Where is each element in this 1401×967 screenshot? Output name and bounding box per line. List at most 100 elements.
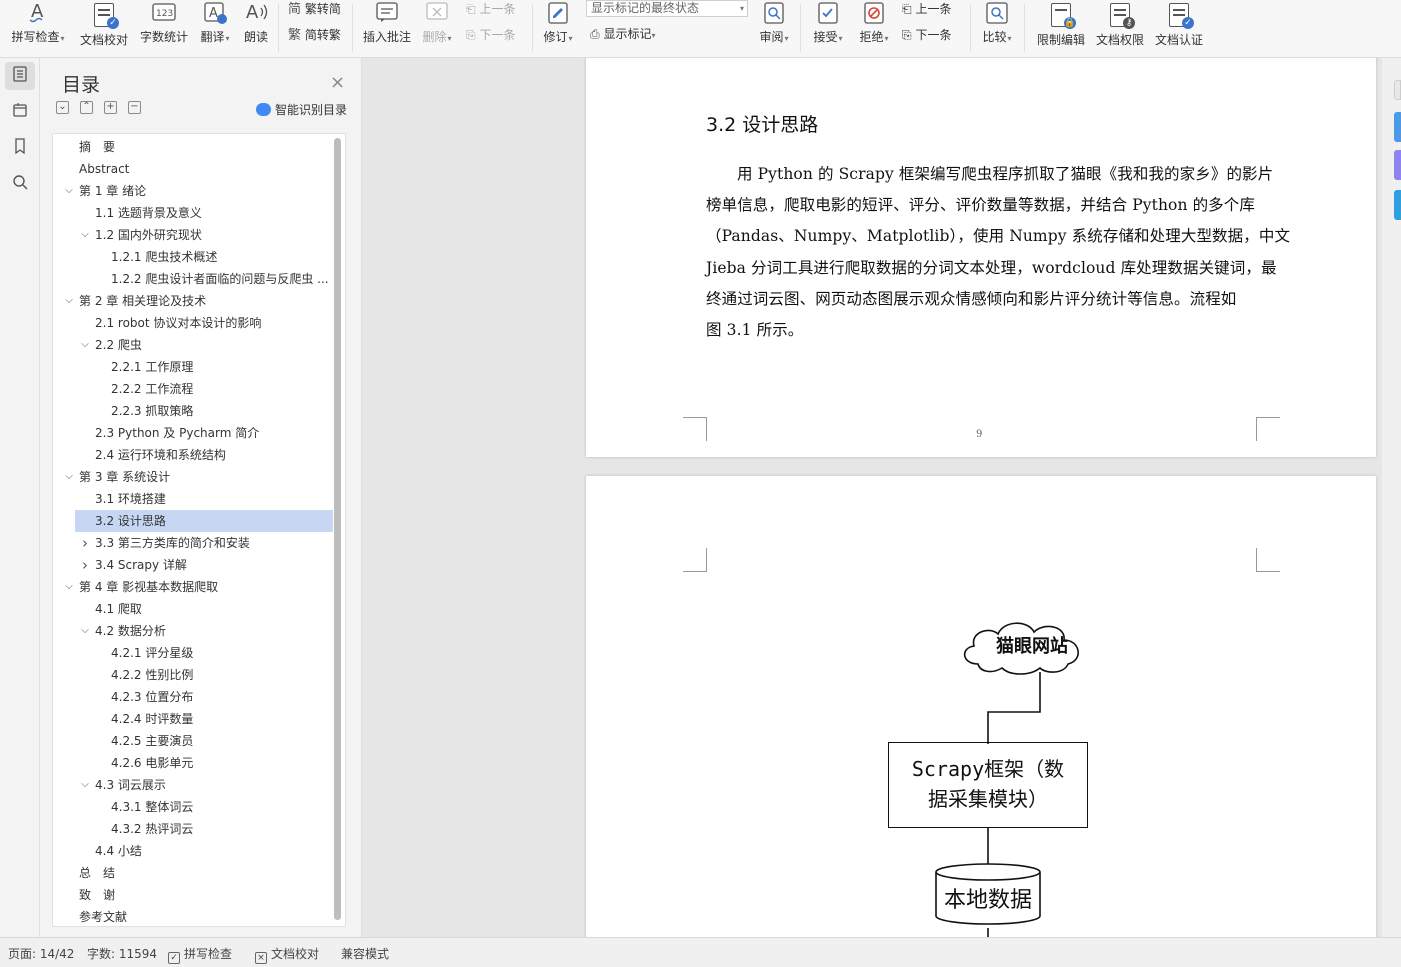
chevron-down-icon[interactable]: ⌵ xyxy=(79,334,91,356)
accept-button[interactable]: 接受▾ xyxy=(808,0,848,56)
page-indicator[interactable]: 页面: 14/42 xyxy=(8,945,74,962)
word-count-button[interactable]: 123 字数统计 xyxy=(138,0,190,56)
paragraph-line: 图 3.1 所示。 xyxy=(706,321,804,340)
toc-item[interactable]: 2.1 robot 协议对本设计的影响 xyxy=(95,312,333,334)
toc-item[interactable]: 4.2.2 性别比例 xyxy=(111,664,333,686)
toc-item[interactable]: 1.2.2 爬虫设计者面临的问题与反爬虫 ... xyxy=(111,268,333,290)
vertical-scrollbar[interactable] xyxy=(1382,58,1401,937)
scrapy-box-label: Scrapy框架（数 据采集模块） xyxy=(911,757,1065,811)
chevron-down-icon[interactable]: ⌵ xyxy=(63,466,75,488)
toc-item[interactable]: 2.2.1 工作原理 xyxy=(111,356,333,378)
toc-item[interactable]: 第 3 章 系统设计 xyxy=(79,466,333,488)
toc-title: 目录 xyxy=(62,74,101,96)
read-aloud-button[interactable]: A 朗读 xyxy=(240,0,272,56)
collapse-all-icon[interactable]: ⌄ xyxy=(56,101,69,114)
chapter-nav-button[interactable] xyxy=(5,98,35,126)
toc-item[interactable]: 4.2.3 位置分布 xyxy=(111,686,333,708)
insert-comment-icon xyxy=(360,0,414,28)
toc-item[interactable]: 4.1 爬取 xyxy=(95,598,333,620)
toc-item[interactable]: 第 4 章 影视基本数据爬取 xyxy=(79,576,333,598)
reject-button[interactable]: 拒绝▾ xyxy=(854,0,894,56)
next-comment-button[interactable]: ⎘ 下一条 xyxy=(466,26,515,44)
doc-auth-button[interactable]: ✓ 文档认证 xyxy=(1152,0,1206,56)
toc-item[interactable]: 3.2 设计思路 xyxy=(95,510,333,532)
chevron-down-icon[interactable]: ⌵ xyxy=(63,180,75,202)
toc-scrollbar[interactable] xyxy=(334,138,341,920)
toc-item[interactable]: 参考文献 xyxy=(79,906,333,926)
toc-item[interactable]: 2.3 Python 及 Pycharm 简介 xyxy=(95,422,333,444)
connector-line xyxy=(987,928,989,937)
spell-check-button[interactable]: A 拼写检查▾ xyxy=(8,0,68,56)
side-panel-tab[interactable] xyxy=(1394,112,1401,142)
toc-item[interactable]: 4.3.1 整体词云 xyxy=(111,796,333,818)
toc-item[interactable]: 4.2.4 时评数量 xyxy=(111,708,333,730)
spell-check-status[interactable]: ✓ 拼写检查 xyxy=(168,945,232,964)
track-changes-button[interactable]: 修订▾ xyxy=(538,0,578,56)
insert-comment-button[interactable]: 插入批注 xyxy=(360,0,414,56)
chevron-down-icon[interactable]: ⌵ xyxy=(63,290,75,312)
chevron-down-icon[interactable]: ⌵ xyxy=(63,576,75,598)
side-panel-tab[interactable] xyxy=(1394,150,1401,180)
chevron-down-icon[interactable]: ⌵ xyxy=(79,774,91,796)
toc-item[interactable]: 2.4 运行环境和系统结构 xyxy=(95,444,333,466)
doc-permission-button[interactable]: ⚷ 文档权限 xyxy=(1092,0,1148,56)
review-button[interactable]: 审阅▾ xyxy=(754,0,794,56)
delete-comment-button[interactable]: 删除▾ xyxy=(418,0,456,56)
toc-item[interactable]: Abstract xyxy=(79,158,333,180)
add-heading-icon[interactable]: + xyxy=(104,101,117,114)
toc-item[interactable]: 3.1 环境搭建 xyxy=(95,488,333,510)
doc-proof-status[interactable]: × 文档校对 xyxy=(255,945,319,964)
chevron-down-icon[interactable]: ⌵ xyxy=(79,620,91,642)
toc-item[interactable]: 2.2.3 抓取策略 xyxy=(111,400,333,422)
cloud-label: 猫眼网站 xyxy=(996,636,1068,657)
toc-panel-button[interactable] xyxy=(5,62,35,90)
toc-item[interactable]: 1.2.1 爬虫技术概述 xyxy=(111,246,333,268)
prev-comment-button[interactable]: ⎗ 上一条 xyxy=(466,0,515,18)
search-button[interactable] xyxy=(5,170,35,198)
toc-item[interactable]: 4.2 数据分析 xyxy=(95,620,333,642)
toc-item[interactable]: 4.3.2 热评词云 xyxy=(111,818,333,840)
side-panel-tab[interactable] xyxy=(1394,190,1401,220)
toc-item[interactable]: 4.2.6 电影单元 xyxy=(111,752,333,774)
side-panel-tab[interactable] xyxy=(1394,80,1401,100)
doc-proof-button[interactable]: ✓ 文档校对 xyxy=(78,0,130,56)
toc-item[interactable]: 4.3 词云展示 xyxy=(95,774,333,796)
toc-item[interactable]: 2.2 爬虫 xyxy=(95,334,333,356)
smart-toc-button[interactable]: 智能识别目录 xyxy=(256,101,347,118)
toc-item[interactable]: 1.2 国内外研究现状 xyxy=(95,224,333,246)
toc-item[interactable]: 1.1 选题背景及意义 xyxy=(95,202,333,224)
chevron-right-icon[interactable]: › xyxy=(79,554,91,576)
toc-item[interactable]: 第 1 章 绪论 xyxy=(79,180,333,202)
toc-item[interactable]: 致 谢 xyxy=(79,884,333,906)
document-page: 猫眼网站 Scrapy框架（数 据采集模块） 本地数据 xyxy=(586,476,1376,937)
show-markup-button[interactable]: ⎙ 显示标记▾ xyxy=(590,25,655,43)
translate-button[interactable]: A 翻译▾ xyxy=(194,0,236,56)
chevron-down-icon[interactable]: ⌵ xyxy=(79,224,91,246)
word-count-icon: 123 xyxy=(138,0,190,28)
compare-button[interactable]: 比较▾ xyxy=(976,0,1018,56)
prev-change-button[interactable]: ⎗ 上一条 xyxy=(902,0,951,18)
restrict-edit-button[interactable]: 🔒 限制编辑 xyxy=(1032,0,1090,56)
toc-item[interactable]: 第 2 章 相关理论及技术 xyxy=(79,290,333,312)
bookmark-button[interactable] xyxy=(5,134,35,162)
document-page: 3.2 设计思路 用 Python 的 Scrapy 框架编写爬虫程序抓取了猫眼… xyxy=(586,58,1376,457)
expand-all-icon[interactable]: ⌃ xyxy=(80,101,93,114)
remove-heading-icon[interactable]: − xyxy=(128,101,141,114)
toc-item[interactable]: 4.4 小结 xyxy=(95,840,333,862)
word-count-indicator[interactable]: 字数: 11594 xyxy=(87,945,157,962)
markup-state-select[interactable]: 显示标记的最终状态 ▾ xyxy=(586,0,748,17)
toc-item[interactable]: 4.2.1 评分星级 xyxy=(111,642,333,664)
next-change-button[interactable]: ⎘ 下一条 xyxy=(902,26,951,44)
toc-item[interactable]: 3.4 Scrapy 详解 xyxy=(95,554,333,576)
trad-to-simp-button[interactable]: 简 繁转简 xyxy=(288,0,341,18)
toc-item[interactable]: 总 结 xyxy=(79,862,333,884)
chevron-right-icon[interactable]: › xyxy=(79,532,91,554)
close-icon[interactable]: × xyxy=(330,72,345,93)
toc-item[interactable]: 2.2.2 工作流程 xyxy=(111,378,333,400)
simp-to-trad-button[interactable]: 繁 简转繁 xyxy=(288,26,341,44)
navigation-rail xyxy=(0,58,40,937)
toc-item[interactable]: 4.2.5 主要演员 xyxy=(111,730,333,752)
body-paragraph[interactable]: 用 Python 的 Scrapy 框架编写爬虫程序抓取了猫眼《我和我的家乡》的… xyxy=(706,159,1290,346)
toc-item[interactable]: 摘 要 xyxy=(79,136,333,158)
toc-item[interactable]: 3.3 第三方类库的简介和安装 xyxy=(95,532,333,554)
